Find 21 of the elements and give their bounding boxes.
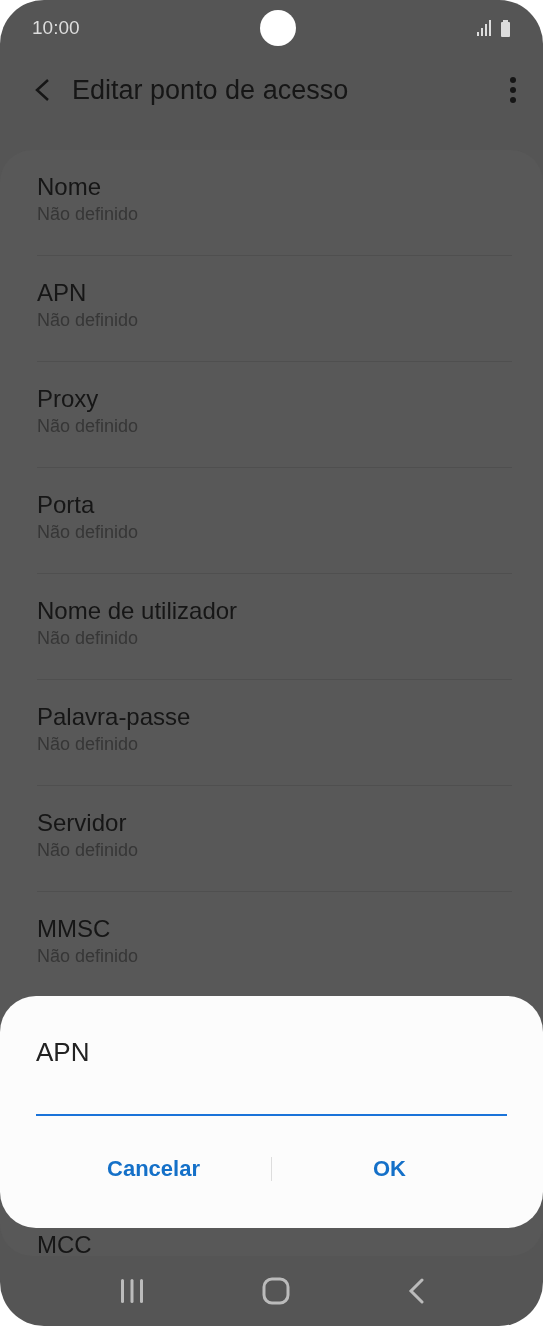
setting-title[interactable]: Proxy — [37, 383, 512, 414]
setting-title[interactable]: MMSC — [37, 913, 512, 944]
more-options-icon[interactable] — [509, 76, 517, 103]
dialog-title: APN — [36, 1036, 91, 1069]
setting-title[interactable]: APN — [37, 277, 512, 308]
setting-title[interactable]: Nome — [37, 171, 512, 202]
back-icon[interactable] — [408, 1278, 425, 1305]
camera-hole — [260, 9, 297, 46]
home-icon[interactable] — [262, 1277, 291, 1306]
setting-title[interactable]: Servidor — [37, 807, 512, 838]
setting-title[interactable]: Palavra-passe — [37, 701, 512, 732]
ok-button[interactable]: OK — [272, 1146, 507, 1191]
status-icons — [477, 18, 511, 37]
setting-title[interactable]: Nome de utilizador — [37, 595, 512, 626]
back-icon[interactable] — [34, 77, 50, 102]
page-title: Editar ponto de acesso — [72, 73, 350, 107]
recent-apps-icon[interactable] — [118, 1278, 145, 1305]
setting-title[interactable]: Porta — [37, 489, 512, 520]
status-time: 10:00 — [32, 15, 80, 40]
cancel-button[interactable]: Cancelar — [36, 1146, 271, 1191]
setting-title[interactable]: MCC — [37, 1230, 506, 1257]
